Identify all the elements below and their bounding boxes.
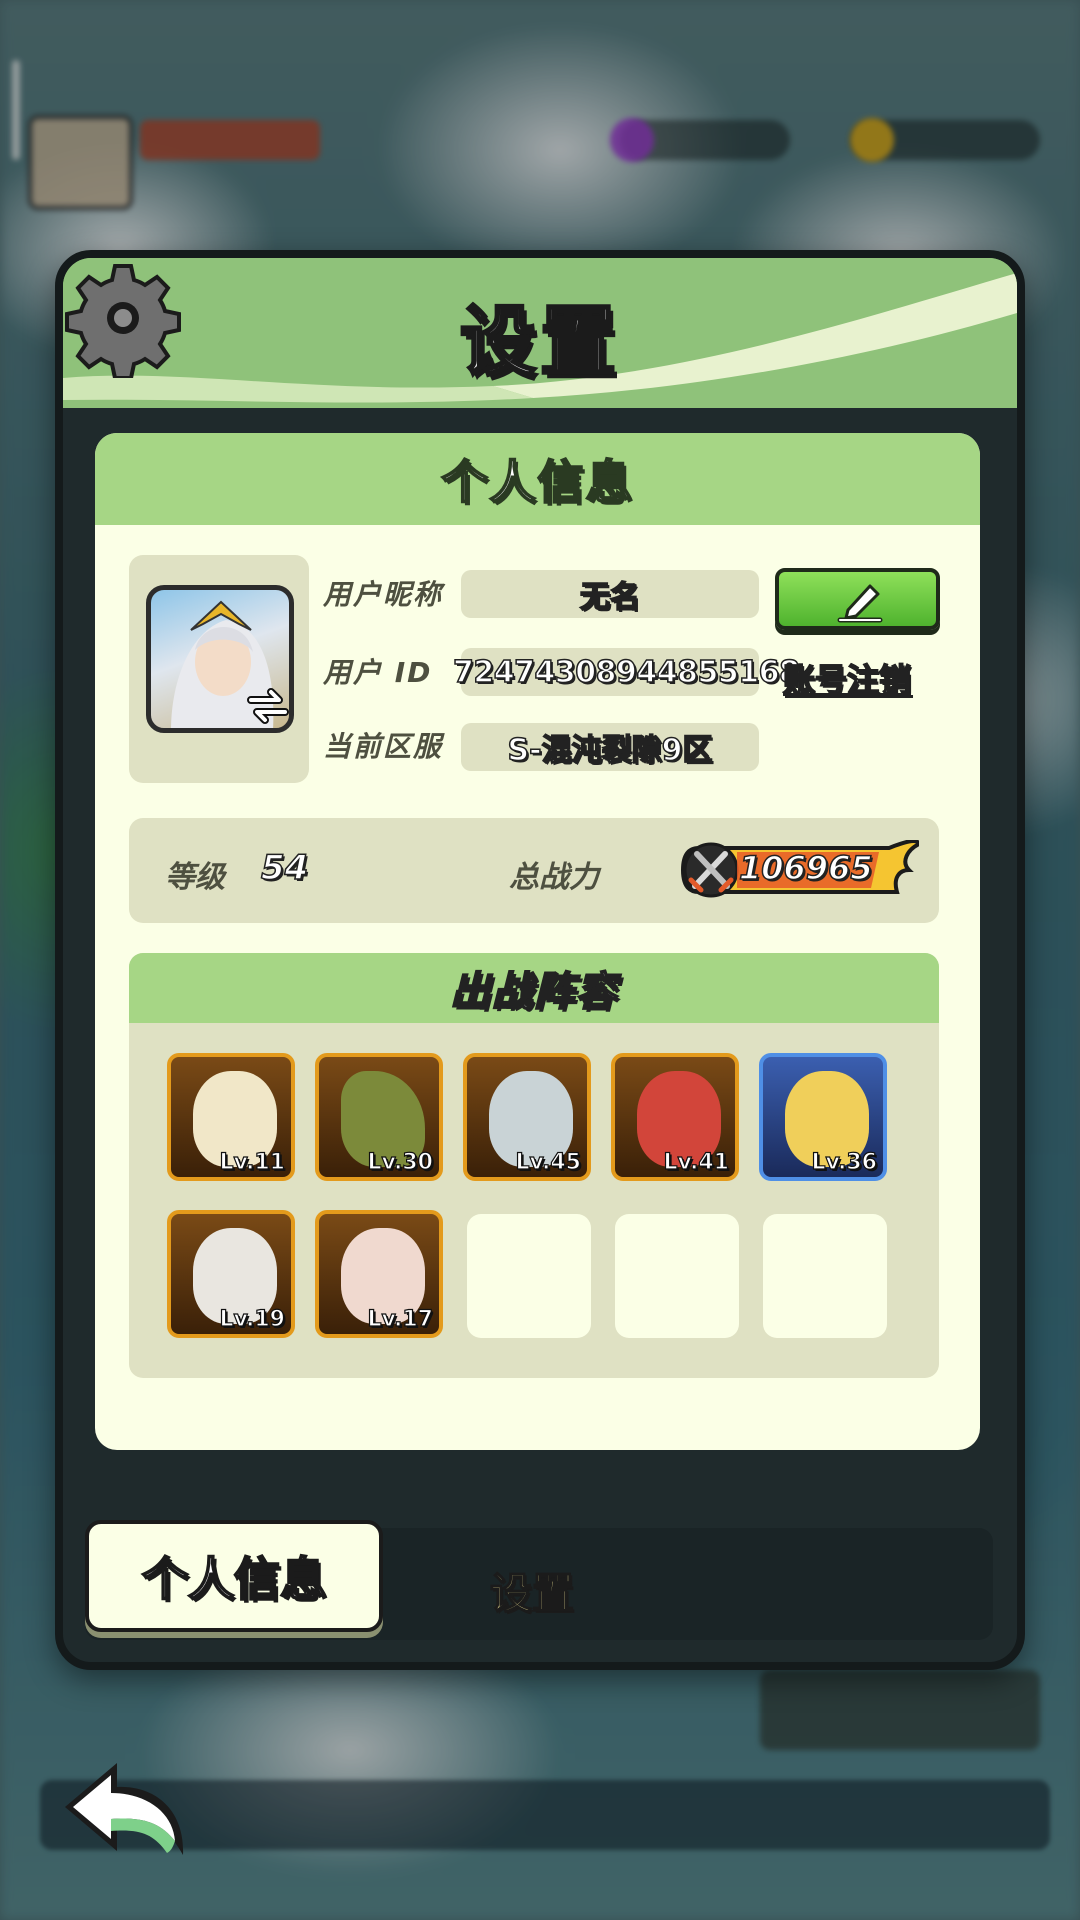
lineup-title: 出战阵容 — [129, 953, 939, 1023]
edit-pencil-icon — [837, 584, 883, 623]
empty-hero-slot[interactable] — [763, 1214, 887, 1338]
bottom-tabs: 个人信息 设置 — [85, 1520, 993, 1640]
account-deletion-link[interactable]: 账号注销 — [782, 655, 912, 701]
server-label: 当前区服 — [323, 730, 444, 763]
level-value: 54 — [260, 847, 309, 889]
profile-card-title: 个人信息 — [95, 433, 980, 525]
level-label: 等级 — [165, 860, 225, 895]
hero-slot-4[interactable]: Lv.41 — [611, 1053, 739, 1181]
swap-arrows-icon[interactable] — [245, 686, 291, 726]
user-id-label: 用户 ID — [323, 656, 433, 689]
server-field: S-混沌裂隙9区 — [461, 723, 759, 771]
back-arrow-icon[interactable] — [55, 1755, 195, 1865]
profile-card: 个人信息 用户昵称 无名 — [95, 433, 980, 1450]
edit-nickname-button[interactable] — [775, 568, 940, 630]
panel-header: 设置 — [63, 258, 1017, 408]
power-value: 106965 — [738, 848, 873, 888]
hero-slot-2[interactable]: Lv.30 — [315, 1053, 443, 1181]
hero-slot-5[interactable]: Lv.36 — [759, 1053, 887, 1181]
hero-level: Lv.45 — [515, 1149, 582, 1175]
settings-panel: 设置 个人信息 用户昵称 无名 — [55, 250, 1025, 1670]
tab-personal-info[interactable]: 个人信息 — [85, 1520, 383, 1632]
hero-level: Lv.41 — [663, 1149, 730, 1175]
nickname-field: 无名 — [461, 570, 759, 618]
hero-level: Lv.19 — [219, 1306, 286, 1332]
battle-lineup: 出战阵容 Lv.11 Lv.30 Lv.45 Lv.41 Lv.36 Lv.19… — [129, 953, 939, 1378]
hero-level: Lv.36 — [811, 1149, 878, 1175]
hero-slot-6[interactable]: Lv.19 — [167, 1210, 295, 1338]
hero-slot-1[interactable]: Lv.11 — [167, 1053, 295, 1181]
stats-bar: 等级 54 总战力 106965 — [129, 818, 939, 923]
panel-title: 设置 — [459, 296, 620, 388]
nickname-label: 用户昵称 — [323, 578, 444, 611]
empty-hero-slot[interactable] — [615, 1214, 739, 1338]
tab-settings[interactable]: 设置 — [489, 1560, 575, 1621]
power-label: 总战力 — [509, 860, 599, 895]
hero-level: Lv.30 — [367, 1149, 434, 1175]
empty-hero-slot[interactable] — [467, 1214, 591, 1338]
hero-level: Lv.11 — [219, 1149, 286, 1175]
avatar[interactable] — [146, 585, 294, 733]
hero-level: Lv.17 — [367, 1306, 434, 1332]
avatar-container — [129, 555, 309, 783]
hero-slot-3[interactable]: Lv.45 — [463, 1053, 591, 1181]
user-id-value: 7247430894485​5168 — [452, 654, 800, 691]
hero-slot-7[interactable]: Lv.17 — [315, 1210, 443, 1338]
